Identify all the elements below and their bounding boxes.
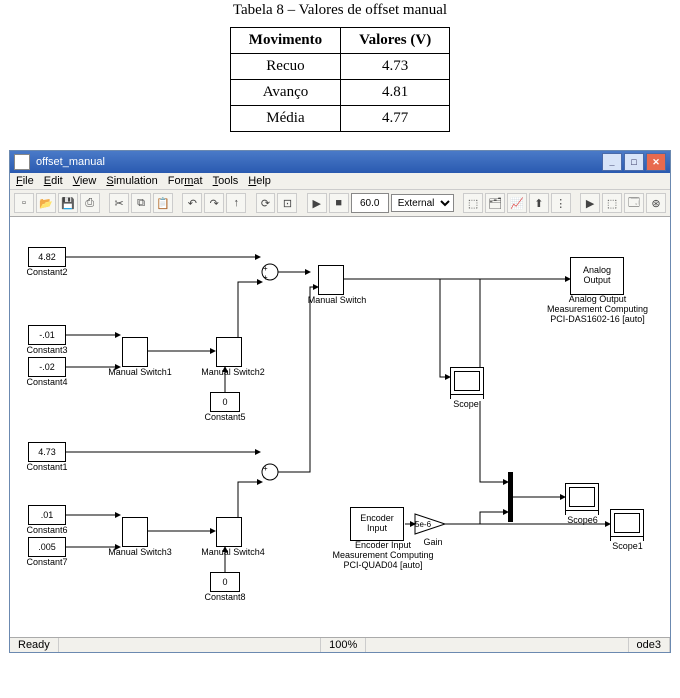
window-title: offset_manual bbox=[36, 156, 105, 168]
model-canvas[interactable]: ++ +- 5e-6 bbox=[10, 217, 670, 637]
cut-icon[interactable]: ✂ bbox=[109, 193, 129, 213]
constant4-label: Constant4 bbox=[22, 377, 72, 387]
tool-icon[interactable]: ⬚ bbox=[602, 193, 622, 213]
constant7-block[interactable]: .005 bbox=[28, 537, 66, 557]
analog-output-block[interactable]: Analog Output bbox=[570, 257, 624, 295]
svg-text:+: + bbox=[263, 273, 268, 282]
tool-icon[interactable]: ▶ bbox=[580, 193, 600, 213]
new-icon[interactable]: ▫ bbox=[14, 193, 34, 213]
manual-switch-label: Manual Switch bbox=[302, 295, 372, 305]
tool-icon[interactable]: 📈 bbox=[507, 193, 527, 213]
svg-text:+: + bbox=[263, 264, 268, 273]
menubar: File Edit View Simulation Format Tools H… bbox=[10, 173, 670, 189]
constant5-label: Constant5 bbox=[200, 412, 250, 422]
table-row: Avanço4.81 bbox=[230, 80, 449, 106]
offset-table: Movimento Valores (V) Recuo4.73 Avanço4.… bbox=[230, 27, 450, 132]
up-icon[interactable]: ↑ bbox=[226, 193, 246, 213]
constant4-block[interactable]: -.02 bbox=[28, 357, 66, 377]
constant7-label: Constant7 bbox=[22, 557, 72, 567]
manual-switch4-label: Manual Switch4 bbox=[198, 547, 268, 557]
svg-text:-: - bbox=[263, 473, 266, 482]
menu-view[interactable]: View bbox=[73, 175, 97, 187]
manual-switch2-label: Manual Switch2 bbox=[198, 367, 268, 377]
th-valores: Valores (V) bbox=[341, 28, 450, 54]
manual-switch4-block[interactable] bbox=[216, 517, 242, 547]
app-icon bbox=[14, 154, 30, 170]
minimize-button[interactable]: _ bbox=[602, 153, 622, 171]
constant3-block[interactable]: -.01 bbox=[28, 325, 66, 345]
close-button[interactable]: ✕ bbox=[646, 153, 666, 171]
titlebar[interactable]: offset_manual _ □ ✕ bbox=[10, 151, 670, 173]
tool-icon[interactable]: ⬆ bbox=[529, 193, 549, 213]
menu-help[interactable]: Help bbox=[248, 175, 271, 187]
manual-switch1-label: Manual Switch1 bbox=[105, 367, 175, 377]
manual-switch1-block[interactable] bbox=[122, 337, 148, 367]
manual-switch3-block[interactable] bbox=[122, 517, 148, 547]
print-icon[interactable]: ⎙ bbox=[80, 193, 100, 213]
manual-switch3-label: Manual Switch3 bbox=[105, 547, 175, 557]
save-icon[interactable]: 💾 bbox=[58, 193, 78, 213]
status-zoom: 100% bbox=[321, 638, 366, 652]
menu-format[interactable]: Format bbox=[168, 175, 203, 187]
constant8-label: Constant8 bbox=[200, 592, 250, 602]
undo-icon[interactable]: ↶ bbox=[182, 193, 202, 213]
paste-icon[interactable]: 📋 bbox=[153, 193, 173, 213]
build-icon[interactable]: ⊡ bbox=[277, 193, 297, 213]
constant3-label: Constant3 bbox=[22, 345, 72, 355]
constant5-block[interactable]: 0 bbox=[210, 392, 240, 412]
table-row: Média4.77 bbox=[230, 106, 449, 132]
constant1-label: Constant1 bbox=[22, 462, 72, 472]
th-movimento: Movimento bbox=[230, 28, 340, 54]
constant2-label: Constant2 bbox=[22, 267, 72, 277]
svg-text:5e-6: 5e-6 bbox=[415, 520, 432, 529]
toolbar: ▫ 📂 💾 ⎙ ✂ ⧉ 📋 ↶ ↷ ↑ ⟳ ⊡ ▶ ■ External ⬚ 🗂… bbox=[10, 189, 670, 217]
tool-icon[interactable]: ⊛ bbox=[646, 193, 666, 213]
analog-output-label: Analog Output Measurement Computing PCI-… bbox=[540, 295, 655, 325]
stop-icon[interactable]: ■ bbox=[329, 193, 349, 213]
scope6-block[interactable] bbox=[565, 483, 599, 515]
refresh-icon[interactable]: ⟳ bbox=[256, 193, 276, 213]
table-head-row: Movimento Valores (V) bbox=[230, 28, 449, 54]
gain-label: Gain bbox=[418, 537, 448, 547]
constant8-block[interactable]: 0 bbox=[210, 572, 240, 592]
statusbar: Ready 100% ode3 bbox=[10, 637, 670, 652]
tool-icon[interactable]: 🗂 bbox=[485, 193, 505, 213]
copy-icon[interactable]: ⧉ bbox=[131, 193, 151, 213]
redo-icon[interactable]: ↷ bbox=[204, 193, 224, 213]
menu-file[interactable]: File bbox=[16, 175, 34, 187]
stoptime-field[interactable] bbox=[351, 193, 389, 213]
tool-icon[interactable]: 🗔 bbox=[624, 193, 644, 213]
scope6-label: Scope6 bbox=[560, 515, 605, 525]
run-icon[interactable]: ▶ bbox=[307, 193, 327, 213]
status-left: Ready bbox=[10, 638, 59, 652]
maximize-button[interactable]: □ bbox=[624, 153, 644, 171]
tool-icon[interactable]: ⬚ bbox=[463, 193, 483, 213]
tool-icon[interactable]: ⋮ bbox=[551, 193, 571, 213]
table-row: Recuo4.73 bbox=[230, 54, 449, 80]
simulink-window: offset_manual _ □ ✕ File Edit View Simul… bbox=[9, 150, 671, 653]
menu-simulation[interactable]: Simulation bbox=[106, 175, 157, 187]
constant2-block[interactable]: 4.82 bbox=[28, 247, 66, 267]
status-solver: ode3 bbox=[629, 638, 670, 652]
manual-switch2-block[interactable] bbox=[216, 337, 242, 367]
menu-tools[interactable]: Tools bbox=[213, 175, 239, 187]
scope-label: Scope bbox=[446, 399, 486, 409]
constant6-block[interactable]: .01 bbox=[28, 505, 66, 525]
menu-edit[interactable]: Edit bbox=[44, 175, 63, 187]
manual-switch-block[interactable] bbox=[318, 265, 344, 295]
table-caption: Tabela 8 – Valores de offset manual bbox=[0, 0, 680, 27]
svg-text:+: + bbox=[263, 464, 268, 473]
open-icon[interactable]: 📂 bbox=[36, 193, 56, 213]
scope1-label: Scope1 bbox=[605, 541, 650, 551]
encoder-input-block[interactable]: Encoder Input bbox=[350, 507, 404, 541]
constant6-label: Constant6 bbox=[22, 525, 72, 535]
scope1-block[interactable] bbox=[610, 509, 644, 541]
scope-block[interactable] bbox=[450, 367, 484, 399]
constant1-block[interactable]: 4.73 bbox=[28, 442, 66, 462]
mode-select[interactable]: External bbox=[391, 194, 454, 212]
